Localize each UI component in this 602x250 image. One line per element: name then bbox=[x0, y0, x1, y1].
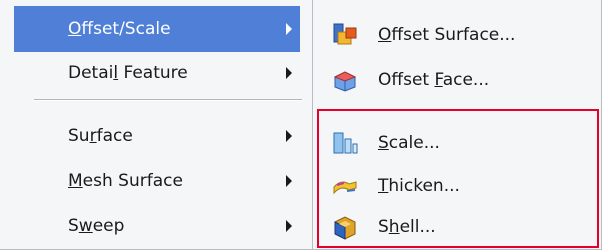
menu-item-shell[interactable]: Shell... bbox=[319, 204, 595, 250]
offset-face-icon bbox=[331, 67, 359, 93]
menu-item-label: Detail Feature bbox=[68, 63, 188, 83]
menu-item-label: Shell... bbox=[378, 217, 436, 237]
submenu-arrow-icon bbox=[286, 175, 292, 187]
menu-item-label: Offset Face... bbox=[378, 70, 490, 90]
menu-item-label: Offset/Scale bbox=[68, 19, 171, 39]
menu-item-thicken[interactable]: Thicken... bbox=[319, 163, 595, 209]
offset-surface-icon bbox=[331, 22, 359, 48]
menu-item-mesh-surface[interactable]: Mesh Surface bbox=[14, 158, 300, 204]
menu-item-label: Mesh Surface bbox=[68, 171, 183, 191]
menu-item-offset-scale[interactable]: Offset/Scale bbox=[14, 6, 300, 52]
menu-item-label: Surface bbox=[68, 126, 133, 146]
offset-scale-submenu: Offset Surface... Offset Face... Scale..… bbox=[312, 0, 602, 250]
main-menu: Offset/Scale Detail Feature Surface Mesh… bbox=[0, 0, 318, 250]
menu-item-label: Thicken... bbox=[378, 176, 460, 196]
menu-item-scale[interactable]: Scale... bbox=[319, 120, 595, 166]
menu-item-label: Offset Surface... bbox=[378, 25, 516, 45]
menu-separator bbox=[34, 99, 302, 101]
menu-item-offset-surface[interactable]: Offset Surface... bbox=[319, 12, 595, 58]
submenu-arrow-icon bbox=[286, 23, 292, 35]
menu-item-label: Scale... bbox=[378, 133, 440, 153]
menu-item-detail-feature[interactable]: Detail Feature bbox=[14, 50, 300, 96]
menu-item-surface[interactable]: Surface bbox=[14, 113, 300, 159]
submenu-arrow-icon bbox=[286, 220, 292, 232]
submenu-arrow-icon bbox=[286, 67, 292, 79]
menu-item-offset-face[interactable]: Offset Face... bbox=[319, 57, 595, 103]
menu-item-label: Sweep bbox=[68, 216, 125, 236]
shell-icon bbox=[331, 214, 359, 240]
thicken-icon bbox=[331, 173, 359, 199]
submenu-arrow-icon bbox=[286, 130, 292, 142]
menu-item-sweep[interactable]: Sweep bbox=[14, 203, 300, 249]
scale-icon bbox=[331, 130, 359, 156]
